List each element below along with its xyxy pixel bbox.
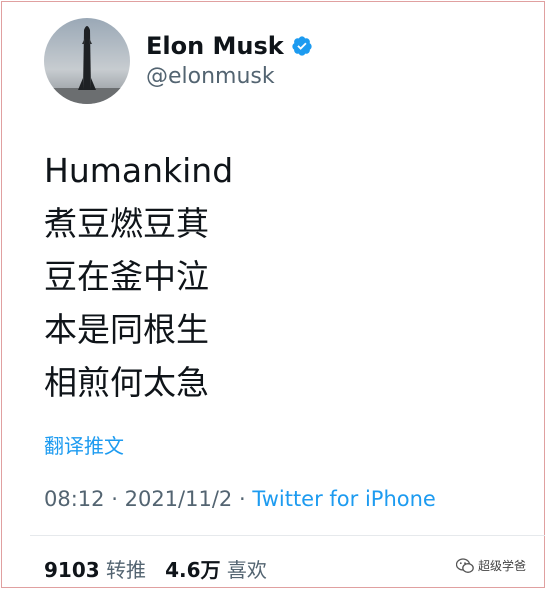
avatar-image — [44, 18, 130, 104]
meta-separator: · — [238, 487, 246, 511]
author-name[interactable]: Elon Musk — [146, 32, 284, 60]
tweet-line: 豆在釜中泣 — [44, 257, 209, 296]
divider — [30, 535, 545, 536]
tweet-line: 煮豆燃豆萁 — [44, 204, 209, 243]
likes-count[interactable]: 4.6万 — [165, 558, 220, 582]
verified-badge-icon — [292, 36, 312, 56]
wechat-icon — [456, 558, 474, 573]
translate-tweet-link[interactable]: 翻译推文 — [44, 432, 124, 460]
retweets-count[interactable]: 9103 — [44, 558, 100, 582]
tweet-date[interactable]: 2021/11/2 — [125, 487, 233, 511]
likes-label[interactable]: 喜欢 — [227, 558, 267, 582]
retweets-label[interactable]: 转推 — [106, 558, 146, 582]
watermark: 超级学爸 — [456, 557, 526, 575]
watermark-text: 超级学爸 — [478, 559, 527, 573]
tweet-meta: 08:12 · 2021/11/2 · Twitter for iPhone — [44, 485, 436, 513]
tweet-source-link[interactable]: Twitter for iPhone — [252, 487, 436, 511]
tweet-time[interactable]: 08:12 — [44, 487, 105, 511]
author-name-row[interactable]: Elon Musk — [146, 32, 313, 60]
tweet-text: Humankind 煮豆燃豆萁 豆在釜中泣 本是同根生 相煎何太急 — [44, 144, 233, 409]
meta-separator: · — [111, 487, 118, 511]
tweet-line: 本是同根生 — [44, 310, 209, 349]
avatar[interactable] — [44, 18, 130, 104]
author-handle[interactable]: @elonmusk — [146, 64, 275, 90]
tweet-stats: 9103 转推 4.6万 喜欢 — [44, 556, 267, 584]
tweet-line: Humankind — [44, 151, 234, 190]
tweet-line: 相煎何太急 — [44, 363, 209, 402]
